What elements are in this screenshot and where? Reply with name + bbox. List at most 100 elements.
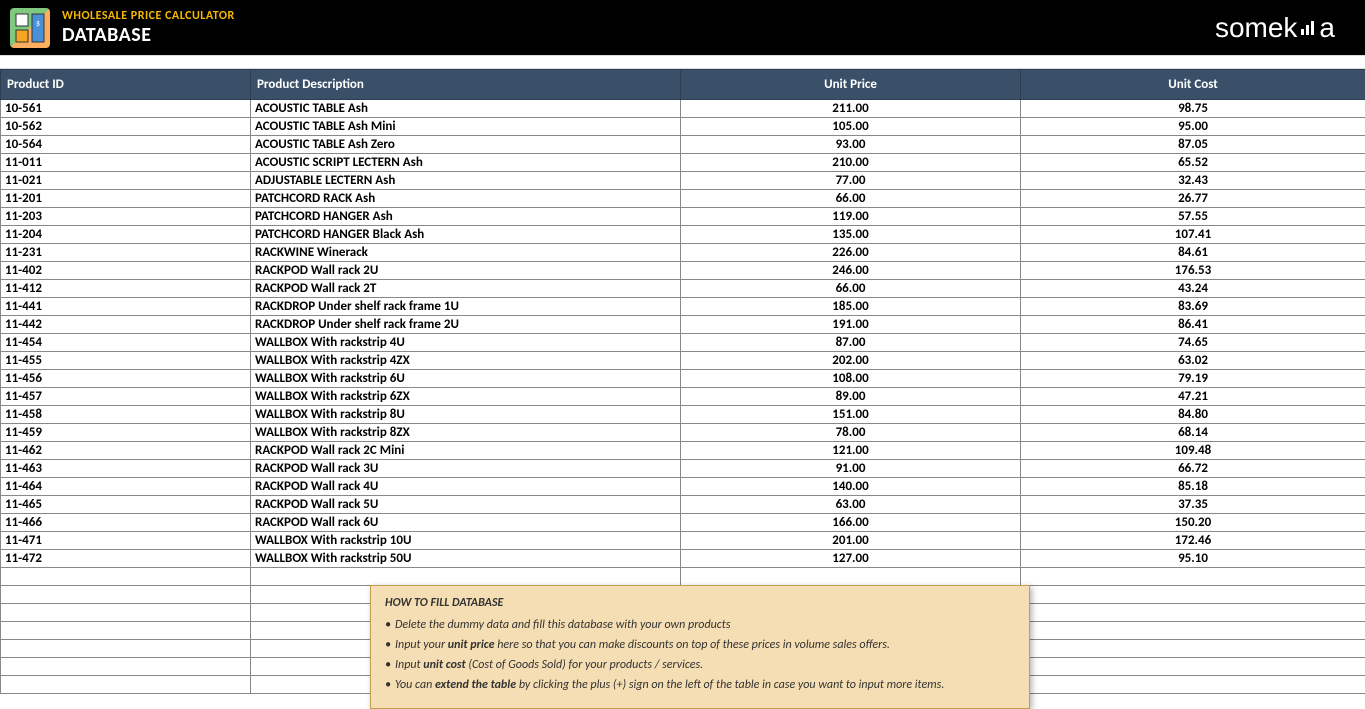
cell-unit-price[interactable]: 77.00 — [681, 172, 1021, 190]
table-row[interactable]: 11-456WALLBOX With rackstrip 6U108.0079.… — [1, 370, 1365, 388]
cell-unit-cost[interactable]: 107.41 — [1021, 226, 1365, 244]
cell-unit-price[interactable]: 66.00 — [681, 280, 1021, 298]
cell-product-description[interactable]: RACKPOD Wall rack 4U — [251, 478, 681, 496]
cell-product-description[interactable]: WALLBOX With rackstrip 10U — [251, 532, 681, 550]
cell-unit-cost[interactable]: 98.75 — [1021, 100, 1365, 118]
table-row[interactable]: 11-465RACKPOD Wall rack 5U63.0037.35 — [1, 496, 1365, 514]
cell-product-id[interactable]: 11-442 — [1, 316, 251, 334]
cell-unit-cost[interactable]: 83.69 — [1021, 298, 1365, 316]
cell-empty[interactable] — [1, 640, 251, 658]
cell-empty[interactable] — [1021, 640, 1365, 658]
cell-product-description[interactable]: RACKPOD Wall rack 6U — [251, 514, 681, 532]
table-row[interactable]: 11-464RACKPOD Wall rack 4U140.0085.18 — [1, 478, 1365, 496]
cell-product-id[interactable]: 11-454 — [1, 334, 251, 352]
col-product-description[interactable]: Product Description — [251, 70, 681, 100]
cell-product-description[interactable]: RACKPOD Wall rack 5U — [251, 496, 681, 514]
cell-product-description[interactable]: WALLBOX With rackstrip 4ZX — [251, 352, 681, 370]
cell-unit-cost[interactable]: 68.14 — [1021, 424, 1365, 442]
cell-product-description[interactable]: ACOUSTIC TABLE Ash — [251, 100, 681, 118]
cell-product-id[interactable]: 11-463 — [1, 460, 251, 478]
cell-product-id[interactable]: 11-011 — [1, 154, 251, 172]
cell-empty[interactable] — [1021, 676, 1365, 694]
cell-unit-price[interactable]: 201.00 — [681, 532, 1021, 550]
cell-unit-price[interactable]: 226.00 — [681, 244, 1021, 262]
cell-unit-cost[interactable]: 176.53 — [1021, 262, 1365, 280]
cell-unit-price[interactable]: 140.00 — [681, 478, 1021, 496]
cell-product-id[interactable]: 11-203 — [1, 208, 251, 226]
cell-unit-price[interactable]: 210.00 — [681, 154, 1021, 172]
cell-product-id[interactable]: 10-564 — [1, 136, 251, 154]
cell-unit-price[interactable]: 78.00 — [681, 424, 1021, 442]
cell-product-id[interactable]: 11-204 — [1, 226, 251, 244]
cell-empty[interactable] — [1, 622, 251, 640]
cell-product-id[interactable]: 11-201 — [1, 190, 251, 208]
table-row[interactable]: 10-561ACOUSTIC TABLE Ash211.0098.75 — [1, 100, 1365, 118]
cell-unit-cost[interactable]: 66.72 — [1021, 460, 1365, 478]
cell-unit-price[interactable]: 185.00 — [681, 298, 1021, 316]
cell-unit-price[interactable]: 87.00 — [681, 334, 1021, 352]
cell-empty[interactable] — [1021, 622, 1365, 640]
cell-unit-price[interactable]: 93.00 — [681, 136, 1021, 154]
cell-unit-price[interactable]: 63.00 — [681, 496, 1021, 514]
cell-unit-cost[interactable]: 65.52 — [1021, 154, 1365, 172]
cell-unit-price[interactable]: 119.00 — [681, 208, 1021, 226]
cell-unit-cost[interactable]: 26.77 — [1021, 190, 1365, 208]
cell-product-id[interactable]: 11-464 — [1, 478, 251, 496]
cell-product-id[interactable]: 11-441 — [1, 298, 251, 316]
table-row[interactable]: 11-472WALLBOX With rackstrip 50U127.0095… — [1, 550, 1365, 568]
cell-product-id[interactable]: 11-457 — [1, 388, 251, 406]
cell-product-description[interactable]: ACOUSTIC TABLE Ash Zero — [251, 136, 681, 154]
cell-unit-cost[interactable]: 37.35 — [1021, 496, 1365, 514]
table-row[interactable]: 11-204PATCHCORD HANGER Black Ash135.0010… — [1, 226, 1365, 244]
cell-unit-cost[interactable]: 84.80 — [1021, 406, 1365, 424]
cell-unit-cost[interactable]: 86.41 — [1021, 316, 1365, 334]
cell-unit-price[interactable]: 211.00 — [681, 100, 1021, 118]
cell-empty[interactable] — [681, 568, 1021, 586]
col-unit-cost[interactable]: Unit Cost — [1021, 70, 1365, 100]
cell-product-description[interactable]: ACOUSTIC SCRIPT LECTERN Ash — [251, 154, 681, 172]
cell-product-description[interactable]: RACKDROP Under shelf rack frame 1U — [251, 298, 681, 316]
table-row[interactable]: 11-203PATCHCORD HANGER Ash119.0057.55 — [1, 208, 1365, 226]
cell-unit-price[interactable]: 191.00 — [681, 316, 1021, 334]
cell-unit-cost[interactable]: 32.43 — [1021, 172, 1365, 190]
cell-product-id[interactable]: 11-412 — [1, 280, 251, 298]
table-row[interactable]: 10-564ACOUSTIC TABLE Ash Zero93.0087.05 — [1, 136, 1365, 154]
cell-unit-cost[interactable]: 63.02 — [1021, 352, 1365, 370]
table-row-empty[interactable] — [1, 568, 1365, 586]
table-row[interactable]: 11-466RACKPOD Wall rack 6U166.00150.20 — [1, 514, 1365, 532]
col-product-id[interactable]: Product ID — [1, 70, 251, 100]
cell-product-description[interactable]: RACKPOD Wall rack 2T — [251, 280, 681, 298]
table-row[interactable]: 11-462RACKPOD Wall rack 2C Mini121.00109… — [1, 442, 1365, 460]
cell-unit-cost[interactable]: 150.20 — [1021, 514, 1365, 532]
cell-empty[interactable] — [1, 604, 251, 622]
cell-unit-cost[interactable]: 85.18 — [1021, 478, 1365, 496]
cell-unit-cost[interactable]: 47.21 — [1021, 388, 1365, 406]
cell-product-id[interactable]: 11-462 — [1, 442, 251, 460]
cell-empty[interactable] — [1021, 568, 1365, 586]
cell-unit-price[interactable]: 108.00 — [681, 370, 1021, 388]
cell-empty[interactable] — [1021, 586, 1365, 604]
cell-product-id[interactable]: 11-458 — [1, 406, 251, 424]
table-row[interactable]: 11-201PATCHCORD RACK Ash66.0026.77 — [1, 190, 1365, 208]
table-row[interactable]: 11-459WALLBOX With rackstrip 8ZX78.0068.… — [1, 424, 1365, 442]
cell-product-description[interactable]: WALLBOX With rackstrip 8ZX — [251, 424, 681, 442]
cell-unit-cost[interactable]: 79.19 — [1021, 370, 1365, 388]
table-row[interactable]: 11-412RACKPOD Wall rack 2T66.0043.24 — [1, 280, 1365, 298]
table-row[interactable]: 11-402RACKPOD Wall rack 2U246.00176.53 — [1, 262, 1365, 280]
cell-unit-price[interactable]: 127.00 — [681, 550, 1021, 568]
table-row[interactable]: 11-441RACKDROP Under shelf rack frame 1U… — [1, 298, 1365, 316]
cell-product-id[interactable]: 11-455 — [1, 352, 251, 370]
cell-product-id[interactable]: 11-231 — [1, 244, 251, 262]
cell-product-description[interactable]: ACOUSTIC TABLE Ash Mini — [251, 118, 681, 136]
cell-product-description[interactable]: WALLBOX With rackstrip 8U — [251, 406, 681, 424]
cell-product-description[interactable]: RACKDROP Under shelf rack frame 2U — [251, 316, 681, 334]
cell-product-id[interactable]: 11-459 — [1, 424, 251, 442]
cell-empty[interactable] — [1021, 658, 1365, 676]
cell-empty[interactable] — [251, 568, 681, 586]
cell-product-id[interactable]: 10-562 — [1, 118, 251, 136]
cell-product-id[interactable]: 11-402 — [1, 262, 251, 280]
cell-unit-price[interactable]: 91.00 — [681, 460, 1021, 478]
cell-unit-price[interactable]: 202.00 — [681, 352, 1021, 370]
cell-product-id[interactable]: 11-466 — [1, 514, 251, 532]
table-row[interactable]: 11-458WALLBOX With rackstrip 8U151.0084.… — [1, 406, 1365, 424]
